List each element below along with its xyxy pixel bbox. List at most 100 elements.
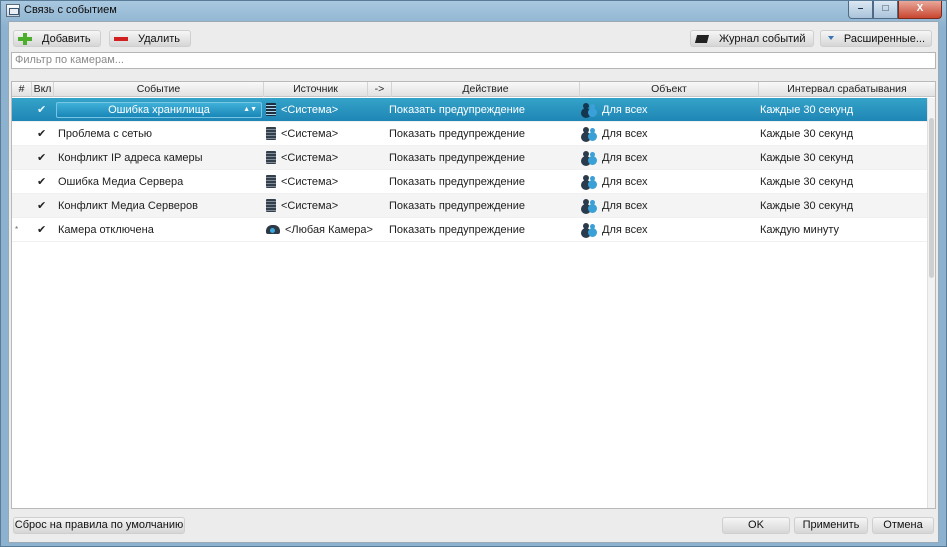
event-cell[interactable]: Конфликт Медиа Серверов bbox=[58, 194, 198, 218]
source-cell[interactable]: <Система> bbox=[266, 170, 338, 194]
reset-defaults-button[interactable]: Сброс на правила по умолчанию bbox=[13, 517, 185, 534]
enabled-checkbox[interactable]: ✔ bbox=[37, 98, 46, 122]
column-header-target[interactable]: Объект bbox=[580, 82, 759, 97]
target-cell[interactable]: Для всех bbox=[582, 98, 647, 122]
users-icon bbox=[582, 174, 597, 188]
folder-icon bbox=[695, 33, 711, 45]
users-icon bbox=[582, 150, 597, 164]
column-header-action[interactable]: Действие bbox=[392, 82, 580, 97]
scrollbar-thumb[interactable] bbox=[929, 118, 934, 278]
vertical-scrollbar[interactable] bbox=[927, 98, 935, 508]
event-journal-button[interactable]: Журнал событий bbox=[690, 30, 814, 47]
advanced-button[interactable]: Расширенные... bbox=[820, 30, 932, 47]
target-cell[interactable]: Для всех bbox=[582, 170, 647, 194]
source-cell[interactable]: <Система> bbox=[266, 194, 338, 218]
target-cell[interactable]: Для всех bbox=[582, 122, 647, 146]
table-row[interactable]: * ✔ Камера отключена <Любая Камера> Пока… bbox=[12, 218, 935, 242]
action-cell[interactable]: Показать предупреждение bbox=[389, 122, 525, 146]
remove-button[interactable]: Удалить bbox=[109, 30, 191, 47]
interval-cell[interactable]: Каждые 30 секунд bbox=[760, 194, 853, 218]
server-icon bbox=[266, 126, 276, 140]
users-icon bbox=[582, 222, 597, 236]
action-cell[interactable]: Показать предупреждение bbox=[389, 146, 525, 170]
source-label: <Система> bbox=[281, 176, 339, 188]
action-cell[interactable]: Показать предупреждение bbox=[389, 170, 525, 194]
event-type-dropdown[interactable]: Ошибка хранилища ▲▼ bbox=[56, 102, 262, 118]
target-cell[interactable]: Для всех bbox=[582, 146, 647, 170]
advanced-button-label: Расширенные... bbox=[843, 32, 925, 45]
source-label: <Любая Камера> bbox=[285, 224, 373, 236]
target-cell[interactable]: Для всех bbox=[582, 194, 647, 218]
column-header-source[interactable]: Источник bbox=[264, 82, 368, 97]
source-cell[interactable]: <Любая Камера> bbox=[266, 218, 373, 242]
source-cell[interactable]: <Система> bbox=[266, 98, 338, 122]
table-row[interactable]: ✔ Ошибка Медиа Сервера <Система> Показат… bbox=[12, 170, 935, 194]
row-marker: * bbox=[15, 225, 19, 234]
interval-cell[interactable]: Каждые 30 секунд bbox=[760, 146, 853, 170]
event-cell[interactable]: Проблема с сетью bbox=[58, 122, 152, 146]
source-cell[interactable]: <Система> bbox=[266, 122, 338, 146]
maximize-button[interactable]: □ bbox=[873, 1, 898, 19]
event-cell[interactable]: Ошибка Медиа Сервера bbox=[58, 170, 183, 194]
target-label: Для всех bbox=[602, 200, 648, 212]
event-cell[interactable]: Конфликт IP адреса камеры bbox=[58, 146, 203, 170]
server-icon bbox=[266, 174, 276, 188]
column-header-arrow[interactable]: -> bbox=[368, 82, 392, 97]
table-row[interactable]: ✔ Ошибка хранилища ▲▼ <Система> Показать… bbox=[12, 98, 935, 122]
column-header-interval[interactable]: Интервал срабатывания bbox=[759, 82, 935, 97]
target-label: Для всех bbox=[602, 104, 648, 116]
close-button[interactable]: X bbox=[898, 1, 942, 19]
add-button[interactable]: Добавить bbox=[13, 30, 101, 47]
dropdown-arrow-icon bbox=[825, 33, 836, 45]
users-icon bbox=[582, 126, 597, 140]
server-icon bbox=[266, 198, 276, 212]
enabled-checkbox[interactable]: ✔ bbox=[37, 122, 46, 146]
table-row[interactable]: ✔ Проблема с сетью <Система> Показать пр… bbox=[12, 122, 935, 146]
target-cell[interactable]: Для всех bbox=[582, 218, 647, 242]
table-row[interactable]: ✔ Конфликт IP адреса камеры <Система> По… bbox=[12, 146, 935, 170]
ok-button[interactable]: OK bbox=[722, 517, 790, 534]
interval-cell[interactable]: Каждую минуту bbox=[760, 218, 839, 242]
source-label: <Система> bbox=[281, 104, 339, 116]
minus-icon bbox=[114, 33, 130, 45]
window-title: Связь с событием bbox=[24, 4, 117, 16]
plus-icon bbox=[18, 32, 34, 45]
interval-cell[interactable]: Каждые 30 секунд bbox=[760, 170, 853, 194]
column-header-number[interactable]: # bbox=[12, 82, 32, 97]
action-cell[interactable]: Показать предупреждение bbox=[389, 194, 525, 218]
title-bar[interactable]: Связь с событием – □ X bbox=[1, 1, 946, 21]
minimize-button[interactable]: – bbox=[848, 1, 873, 19]
interval-cell[interactable]: Каждые 30 секунд bbox=[760, 122, 853, 146]
event-journal-label: Журнал событий bbox=[719, 32, 806, 45]
spinner-arrows-icon[interactable]: ▲▼ bbox=[243, 103, 257, 117]
event-cell[interactable]: Камера отключена bbox=[58, 218, 154, 242]
app-window-icon bbox=[6, 4, 20, 17]
target-label: Для всех bbox=[602, 152, 648, 164]
table-row[interactable]: ✔ Конфликт Медиа Серверов <Система> Пока… bbox=[12, 194, 935, 218]
users-icon bbox=[582, 198, 597, 212]
source-label: <Система> bbox=[281, 152, 339, 164]
apply-button[interactable]: Применить bbox=[794, 517, 868, 534]
footer-bar: Сброс на правила по умолчанию OK Примени… bbox=[9, 512, 938, 542]
cancel-button[interactable]: Отмена bbox=[872, 517, 934, 534]
dialog-client-area: Добавить Удалить Журнал событий Расширен… bbox=[8, 21, 939, 543]
users-icon bbox=[582, 102, 597, 116]
interval-cell[interactable]: Каждые 30 секунд bbox=[760, 98, 853, 122]
table-header: # Вкл Событие Источник -> Действие Объек… bbox=[12, 82, 935, 97]
window-controls: – □ X bbox=[848, 1, 942, 19]
enabled-checkbox[interactable]: ✔ bbox=[37, 218, 46, 242]
source-label: <Система> bbox=[281, 200, 339, 212]
camera-filter-input[interactable]: Фильтр по камерам... bbox=[11, 52, 936, 69]
column-header-event[interactable]: Событие bbox=[54, 82, 264, 97]
source-cell[interactable]: <Система> bbox=[266, 146, 338, 170]
action-cell[interactable]: Показать предупреждение bbox=[389, 98, 525, 122]
event-rules-window: Связь с событием – □ X Добавить Удалить … bbox=[0, 0, 947, 547]
column-header-enabled[interactable]: Вкл bbox=[32, 82, 54, 97]
server-icon bbox=[266, 150, 276, 164]
enabled-checkbox[interactable]: ✔ bbox=[37, 194, 46, 218]
action-cell[interactable]: Показать предупреждение bbox=[389, 218, 525, 242]
target-label: Для всех bbox=[602, 128, 648, 140]
enabled-checkbox[interactable]: ✔ bbox=[37, 146, 46, 170]
remove-button-label: Удалить bbox=[138, 32, 180, 45]
enabled-checkbox[interactable]: ✔ bbox=[37, 170, 46, 194]
